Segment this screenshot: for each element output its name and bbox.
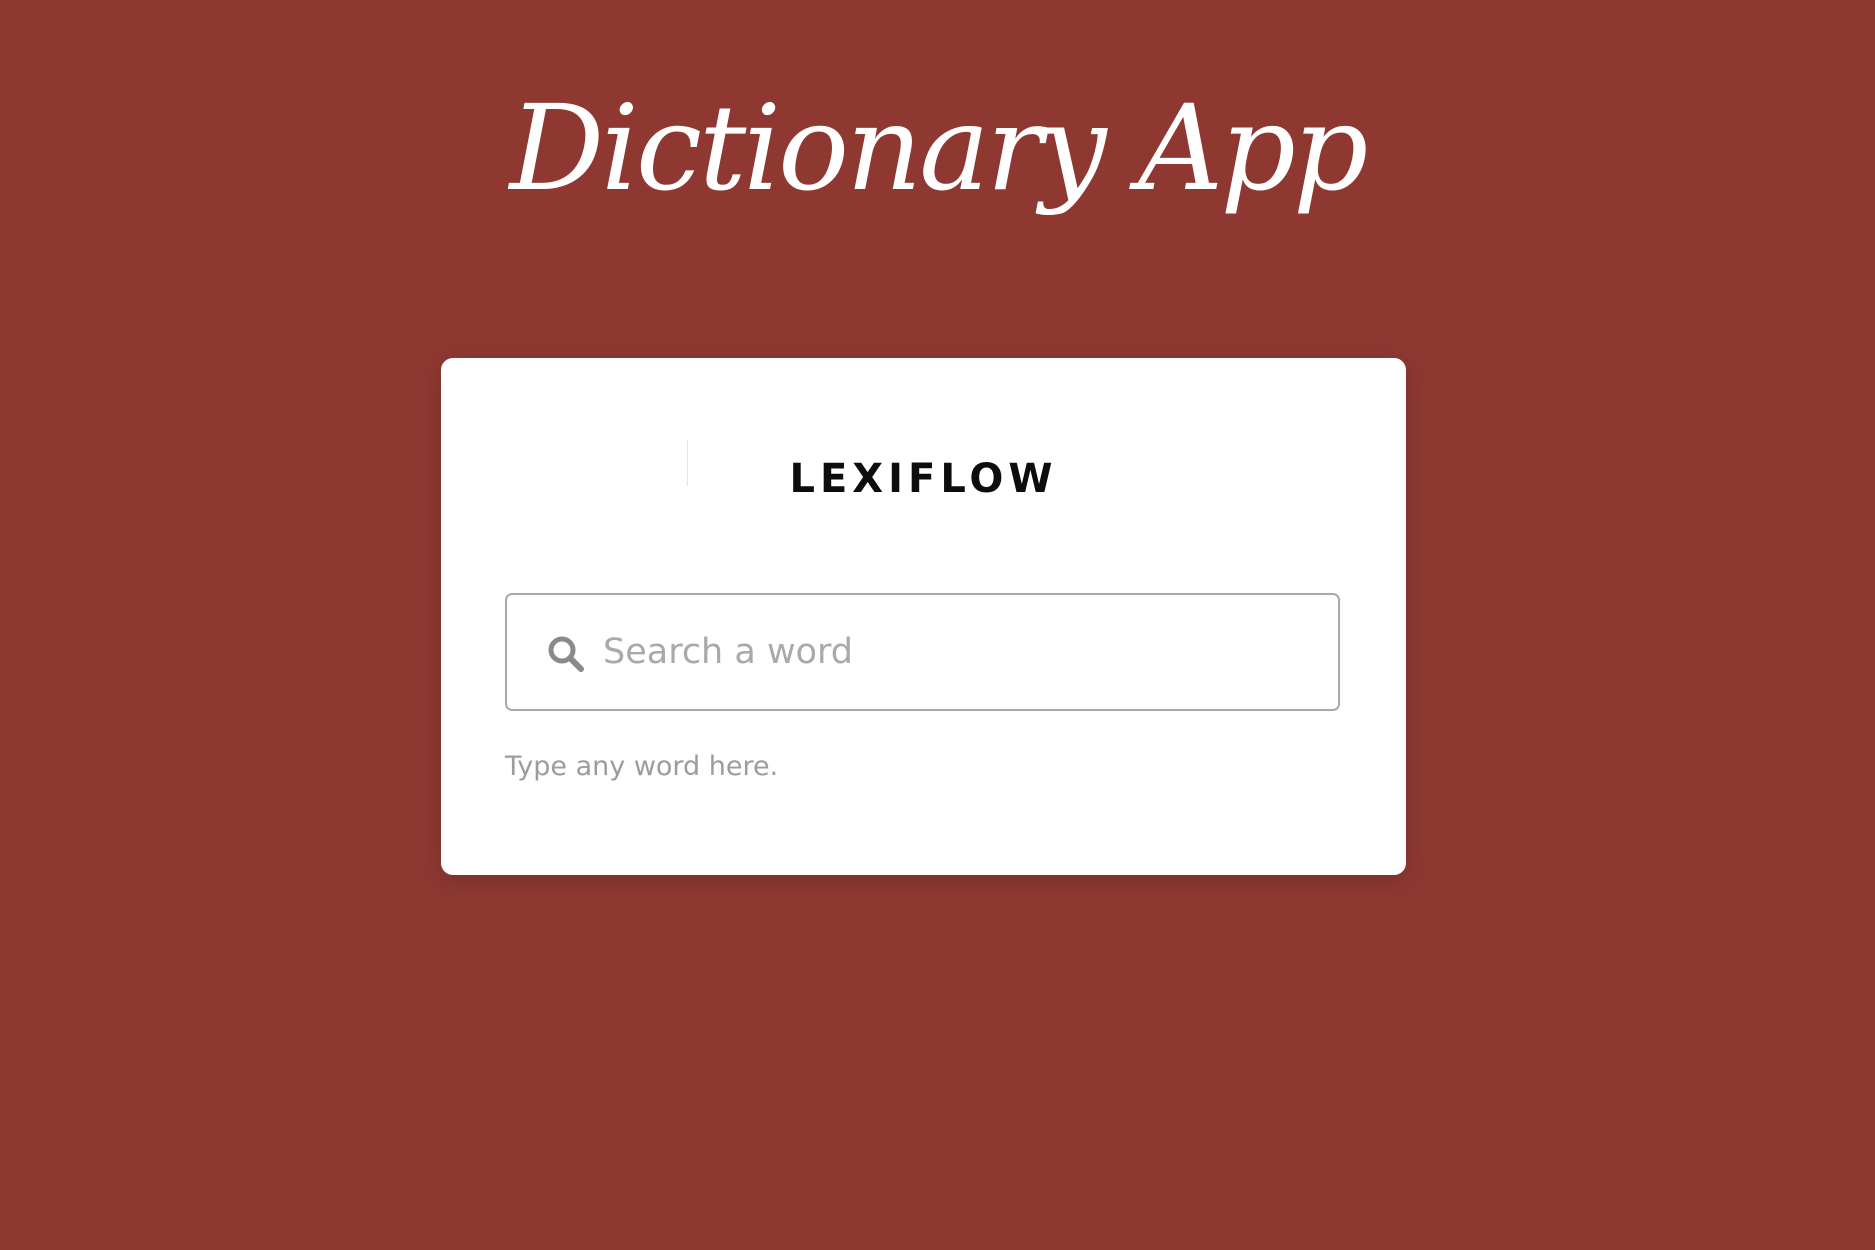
- brand-name: LEXIFLOW: [789, 456, 1058, 502]
- dictionary-card: LEXIFLOW Type any word here.: [441, 358, 1406, 875]
- search-hint: Type any word here.: [505, 751, 779, 782]
- search-input[interactable]: [603, 617, 1303, 687]
- search-icon: [548, 636, 584, 672]
- search-box[interactable]: [505, 593, 1340, 711]
- app-title: Dictionary App: [509, 79, 1369, 217]
